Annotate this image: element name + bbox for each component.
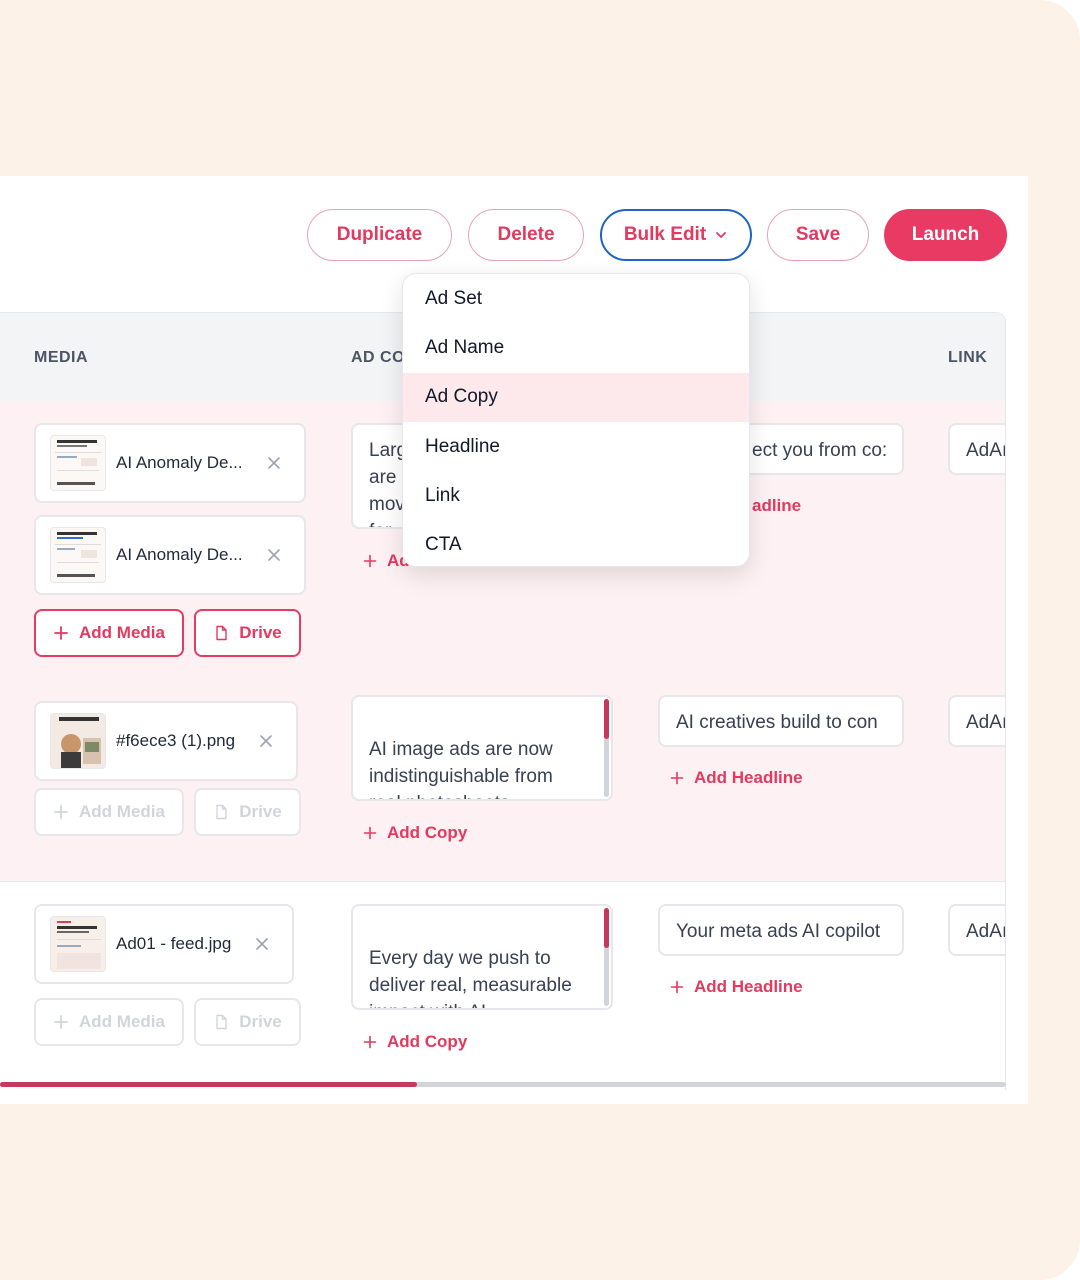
close-icon[interactable]	[266, 547, 282, 563]
plus-icon	[363, 1035, 377, 1049]
drive-label: Drive	[239, 1012, 282, 1031]
add-headline-link[interactable]: Add Headline	[670, 768, 803, 788]
bulk-edit-label: Bulk Edit	[623, 224, 707, 245]
ad-copy-text: AI image ads are now indistinguishable f…	[369, 739, 553, 799]
bulk-edit-button[interactable]: Bulk Edit	[600, 209, 752, 261]
launch-button[interactable]: Launch	[884, 209, 1007, 261]
duplicate-button[interactable]: Duplicate	[307, 209, 452, 261]
headline-input[interactable]: ect you from co:	[740, 423, 904, 475]
add-media-label: Add Media	[79, 623, 165, 642]
plus-icon	[670, 771, 684, 785]
media-item[interactable]: #f6ece3 (1).png	[34, 701, 298, 781]
menu-item-headline[interactable]: Headline	[403, 422, 749, 471]
menu-item-ad-copy[interactable]: Ad Copy	[403, 372, 749, 422]
ad-copy-textarea[interactable]: AI image ads are now indistinguishable f…	[351, 695, 613, 801]
media-filename: AI Anomaly De...	[116, 453, 243, 472]
media-item[interactable]: AI Anomaly De...	[34, 423, 306, 503]
add-copy-label: Add Copy	[387, 1032, 468, 1051]
scrollbar-thumb[interactable]	[604, 699, 609, 739]
drive-label: Drive	[239, 802, 282, 821]
column-header-media: MEDIA	[34, 349, 89, 366]
media-filename: Ad01 - feed.jpg	[116, 934, 232, 953]
link-input[interactable]: AdAı	[948, 904, 1005, 956]
headline-input[interactable]: Your meta ads AI copilot	[658, 904, 904, 956]
table-row: Ad01 - feed.jpg Add Media Drive Every da…	[0, 881, 1005, 1090]
media-filename: #f6ece3 (1).png	[116, 731, 236, 750]
link-input[interactable]: AdAı	[948, 423, 1005, 475]
plus-icon	[363, 554, 377, 568]
drive-button[interactable]: Drive	[194, 998, 301, 1046]
background-frame: Duplicate Delete Bulk Edit Save Launch M…	[0, 0, 1080, 1280]
textarea-scrollbar[interactable]	[604, 908, 609, 1006]
plus-icon	[54, 805, 68, 819]
delete-button[interactable]: Delete	[468, 209, 584, 261]
headline-input[interactable]: AI creatives build to con	[658, 695, 904, 747]
menu-item-cta[interactable]: CTA	[403, 520, 749, 566]
media-thumbnail	[50, 435, 106, 491]
add-headline-label: Add Headline	[694, 977, 803, 996]
media-filename: AI Anomaly De...	[116, 545, 243, 564]
file-icon	[216, 804, 227, 820]
save-button[interactable]: Save	[767, 209, 869, 261]
add-copy-link[interactable]: Add Copy	[363, 823, 467, 843]
table-horizontal-scrollbar[interactable]	[0, 1082, 1006, 1087]
close-icon[interactable]	[266, 455, 282, 471]
ads-editor-panel: Duplicate Delete Bulk Edit Save Launch M…	[0, 176, 1028, 1104]
add-media-button[interactable]: Add Media	[34, 998, 184, 1046]
menu-item-ad-name[interactable]: Ad Name	[403, 323, 749, 372]
drive-button[interactable]: Drive	[194, 609, 301, 657]
delete-label: Delete	[497, 224, 555, 245]
add-headline-label: Add Headline	[694, 768, 803, 787]
plus-icon	[54, 1015, 68, 1029]
plus-icon	[670, 980, 684, 994]
media-item[interactable]: Ad01 - feed.jpg	[34, 904, 294, 984]
add-media-label: Add Media	[79, 1012, 165, 1031]
textarea-scrollbar[interactable]	[604, 699, 609, 797]
add-copy-link[interactable]: Add Copy	[363, 1032, 467, 1052]
file-icon	[216, 1014, 227, 1030]
scrollbar-thumb[interactable]	[604, 908, 609, 948]
plus-icon	[363, 826, 377, 840]
ad-copy-textarea[interactable]: Every day we push to deliver real, measu…	[351, 904, 613, 1010]
plus-icon	[54, 626, 68, 640]
media-thumbnail	[50, 713, 106, 769]
close-icon[interactable]	[258, 733, 274, 749]
bulk-edit-menu: Ad Set Ad Name Ad Copy Headline Link CTA	[402, 273, 750, 567]
close-icon[interactable]	[254, 936, 270, 952]
link-input[interactable]: AdAı	[948, 695, 1005, 747]
menu-item-ad-set[interactable]: Ad Set	[403, 274, 749, 323]
add-media-button[interactable]: Add Media	[34, 609, 184, 657]
drive-button[interactable]: Drive	[194, 788, 301, 836]
duplicate-label: Duplicate	[336, 224, 423, 245]
save-label: Save	[795, 224, 841, 245]
table-row: #f6ece3 (1).png Add Media Drive AI image…	[0, 681, 1005, 881]
add-media-label: Add Media	[79, 802, 165, 821]
add-copy-label: Add Copy	[387, 823, 468, 842]
media-item[interactable]: AI Anomaly De...	[34, 515, 306, 595]
launch-label: Launch	[911, 224, 980, 245]
add-headline-link[interactable]: Add Headline	[670, 977, 803, 997]
add-headline-label: adline	[752, 496, 802, 515]
add-media-button[interactable]: Add Media	[34, 788, 184, 836]
add-headline-link[interactable]: adline	[752, 496, 801, 516]
file-icon	[216, 625, 227, 641]
column-header-ad-copy: AD CO	[351, 349, 406, 366]
drive-label: Drive	[239, 623, 282, 642]
column-header-link: LINK	[948, 349, 988, 366]
scrollbar-thumb[interactable]	[0, 1082, 417, 1087]
chevron-down-icon	[716, 232, 727, 238]
media-thumbnail	[50, 916, 106, 972]
ad-copy-text: Every day we push to deliver real, measu…	[369, 948, 572, 1008]
menu-item-link[interactable]: Link	[403, 471, 749, 520]
media-thumbnail	[50, 527, 106, 583]
